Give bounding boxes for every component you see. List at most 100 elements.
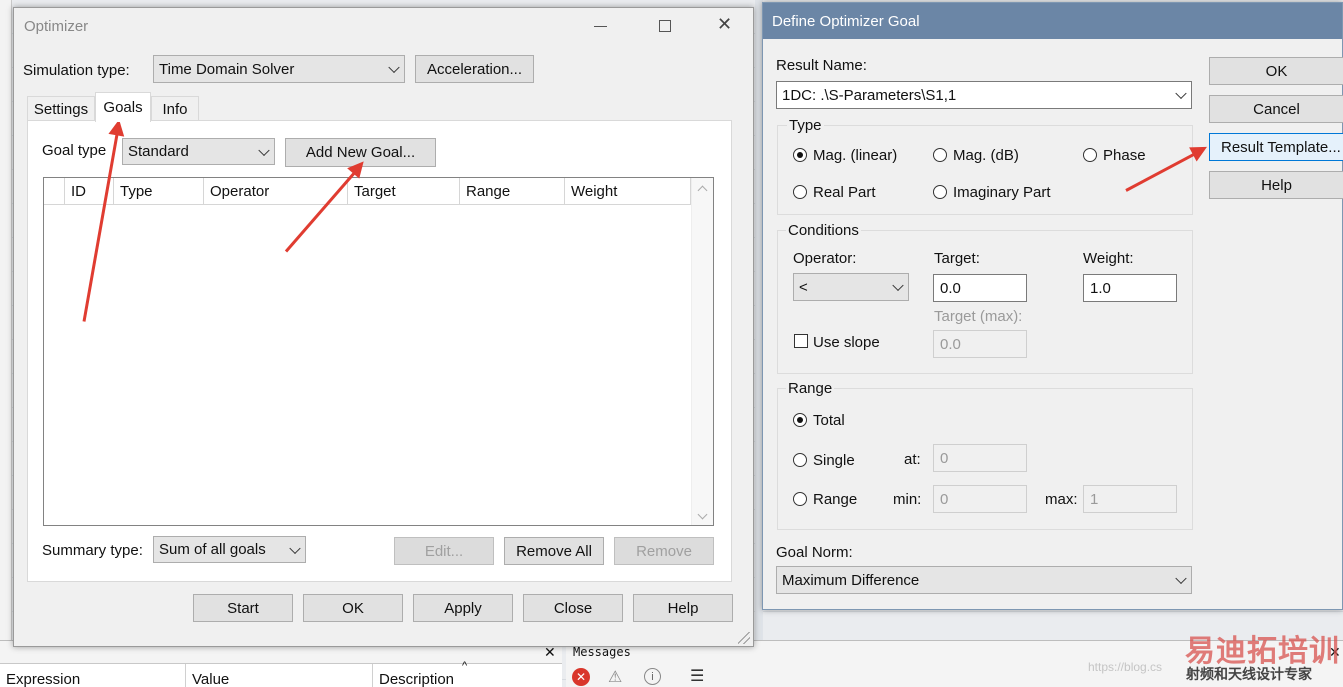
goal-norm-select[interactable]: Maximum Difference xyxy=(776,566,1192,594)
optimizer-title: Optimizer xyxy=(24,17,89,35)
error-filter-icon[interactable]: ✕ xyxy=(572,668,590,686)
minimize-icon[interactable] xyxy=(594,26,607,27)
radio-phase[interactable] xyxy=(1083,148,1097,162)
summary-type-select[interactable]: Sum of all goals xyxy=(153,536,306,563)
maximize-icon[interactable] xyxy=(659,20,671,32)
start-button[interactable]: Start xyxy=(193,594,293,622)
result-name-label: Result Name: xyxy=(776,57,867,74)
at-label: at: xyxy=(904,451,921,468)
use-slope-label[interactable]: Use slope xyxy=(813,334,880,351)
optimizer-titlebar: Optimizer xyxy=(14,8,753,44)
column-description[interactable]: Description xyxy=(379,671,454,687)
simulation-type-label: Simulation type: xyxy=(23,62,130,79)
remove-all-button[interactable]: Remove All xyxy=(504,537,604,565)
close-icon[interactable]: ✕ xyxy=(717,14,732,35)
tab-goals[interactable]: Goals xyxy=(95,92,151,122)
chevron-down-icon xyxy=(289,542,301,554)
row-selector-header xyxy=(44,178,65,204)
radio-range-range[interactable] xyxy=(793,492,807,506)
vertical-scrollbar[interactable] xyxy=(691,178,713,525)
min-label: min: xyxy=(893,491,922,508)
simulation-type-select[interactable]: Time Domain Solver xyxy=(153,55,405,83)
radio-mag-linear-label[interactable]: Mag. (linear) xyxy=(813,147,897,164)
header-underline xyxy=(44,204,691,205)
edit-button[interactable]: Edit... xyxy=(394,537,494,565)
define-cancel-button[interactable]: Cancel xyxy=(1209,95,1343,123)
result-template-button[interactable]: Result Template... xyxy=(1209,133,1343,161)
define-title: Define Optimizer Goal xyxy=(772,12,920,30)
goal-type-value: Standard xyxy=(128,143,189,160)
apply-button[interactable]: Apply xyxy=(413,594,513,622)
radio-range-single[interactable] xyxy=(793,453,807,467)
ok-button[interactable]: OK xyxy=(303,594,403,622)
background-left-strip xyxy=(0,0,12,640)
watermark-url: https://blog.cs xyxy=(1088,660,1163,674)
messages-title: Messages xyxy=(573,645,631,659)
radio-mag-db[interactable] xyxy=(933,148,947,162)
tab-info[interactable]: Info xyxy=(151,96,199,121)
help-button[interactable]: Help xyxy=(633,594,733,622)
radio-imaginary-part-label[interactable]: Imaginary Part xyxy=(953,184,1051,201)
target-max-label: Target (max): xyxy=(934,308,1023,325)
column-type[interactable]: Type xyxy=(114,178,204,204)
watermark-subtitle: 射频和天线设计专家 xyxy=(1186,667,1312,683)
bottom-table-panel: ✕ Expression Value Description ^ xyxy=(0,640,562,687)
summary-type-label: Summary type: xyxy=(42,542,143,559)
scroll-down-icon[interactable] xyxy=(697,509,708,520)
target-input[interactable]: 0.0 xyxy=(933,274,1027,302)
target-max-input[interactable]: 0.0 xyxy=(933,330,1027,358)
use-slope-checkbox[interactable] xyxy=(794,334,808,348)
define-ok-button[interactable]: OK xyxy=(1209,57,1343,85)
column-expression[interactable]: Expression xyxy=(6,671,80,687)
result-name-value: 1DC: .\S-Parameters\S1,1 xyxy=(782,86,957,104)
clear-messages-icon[interactable]: ☰ xyxy=(690,666,704,686)
scroll-up-icon[interactable] xyxy=(697,185,708,196)
summary-type-value: Sum of all goals xyxy=(159,541,266,558)
radio-mag-linear[interactable] xyxy=(793,148,807,162)
column-weight[interactable]: Weight xyxy=(565,178,691,204)
radio-phase-label[interactable]: Phase xyxy=(1103,147,1146,164)
column-value[interactable]: Value xyxy=(192,671,229,687)
optimizer-dialog: Optimizer ✕ Simulation type: Time Domain… xyxy=(13,7,754,647)
close-button[interactable]: Close xyxy=(523,594,623,622)
goal-norm-value: Maximum Difference xyxy=(782,571,920,589)
column-divider xyxy=(372,664,373,687)
radio-mag-db-label[interactable]: Mag. (dB) xyxy=(953,147,1019,164)
column-target[interactable]: Target xyxy=(348,178,460,204)
radio-real-part-label[interactable]: Real Part xyxy=(813,184,876,201)
simulation-type-value: Time Domain Solver xyxy=(159,60,295,78)
tab-settings[interactable]: Settings xyxy=(27,96,95,121)
radio-range-total[interactable] xyxy=(793,413,807,427)
max-input[interactable]: 1 xyxy=(1083,485,1177,513)
result-name-select[interactable]: 1DC: .\S-Parameters\S1,1 xyxy=(776,81,1192,109)
info-filter-icon[interactable]: i xyxy=(644,668,661,685)
radio-range-total-label[interactable]: Total xyxy=(813,412,845,429)
acceleration-button[interactable]: Acceleration... xyxy=(415,55,534,83)
range-group-title: Range xyxy=(786,380,835,397)
column-operator[interactable]: Operator xyxy=(204,178,348,204)
resize-grip-icon[interactable] xyxy=(738,632,750,644)
at-input[interactable]: 0 xyxy=(933,444,1027,472)
radio-range-range-label[interactable]: Range xyxy=(813,491,857,508)
sort-up-icon: ^ xyxy=(462,660,468,672)
column-divider xyxy=(185,664,186,687)
goal-type-label: Goal type xyxy=(42,142,107,159)
column-range[interactable]: Range xyxy=(460,178,565,204)
min-input[interactable]: 0 xyxy=(933,485,1027,513)
operator-label: Operator: xyxy=(793,250,857,267)
weight-input[interactable]: 1.0 xyxy=(1083,274,1177,302)
goal-type-select[interactable]: Standard xyxy=(122,138,275,165)
remove-button[interactable]: Remove xyxy=(614,537,714,565)
type-group-title: Type xyxy=(787,117,824,134)
radio-range-single-label[interactable]: Single xyxy=(813,452,855,469)
operator-select[interactable]: < xyxy=(793,273,909,301)
operator-value: < xyxy=(799,278,808,296)
warning-filter-icon[interactable]: ⚠ xyxy=(608,667,622,687)
goals-tab-panel: Goal type Standard Add New Goal... ID Ty… xyxy=(27,120,732,582)
define-help-button[interactable]: Help xyxy=(1209,171,1343,199)
radio-real-part[interactable] xyxy=(793,185,807,199)
conditions-group-title: Conditions xyxy=(786,222,861,239)
radio-imaginary-part[interactable] xyxy=(933,185,947,199)
chevron-down-icon xyxy=(892,279,904,292)
goals-table: ID Type Operator Target Range Weight xyxy=(43,177,714,526)
